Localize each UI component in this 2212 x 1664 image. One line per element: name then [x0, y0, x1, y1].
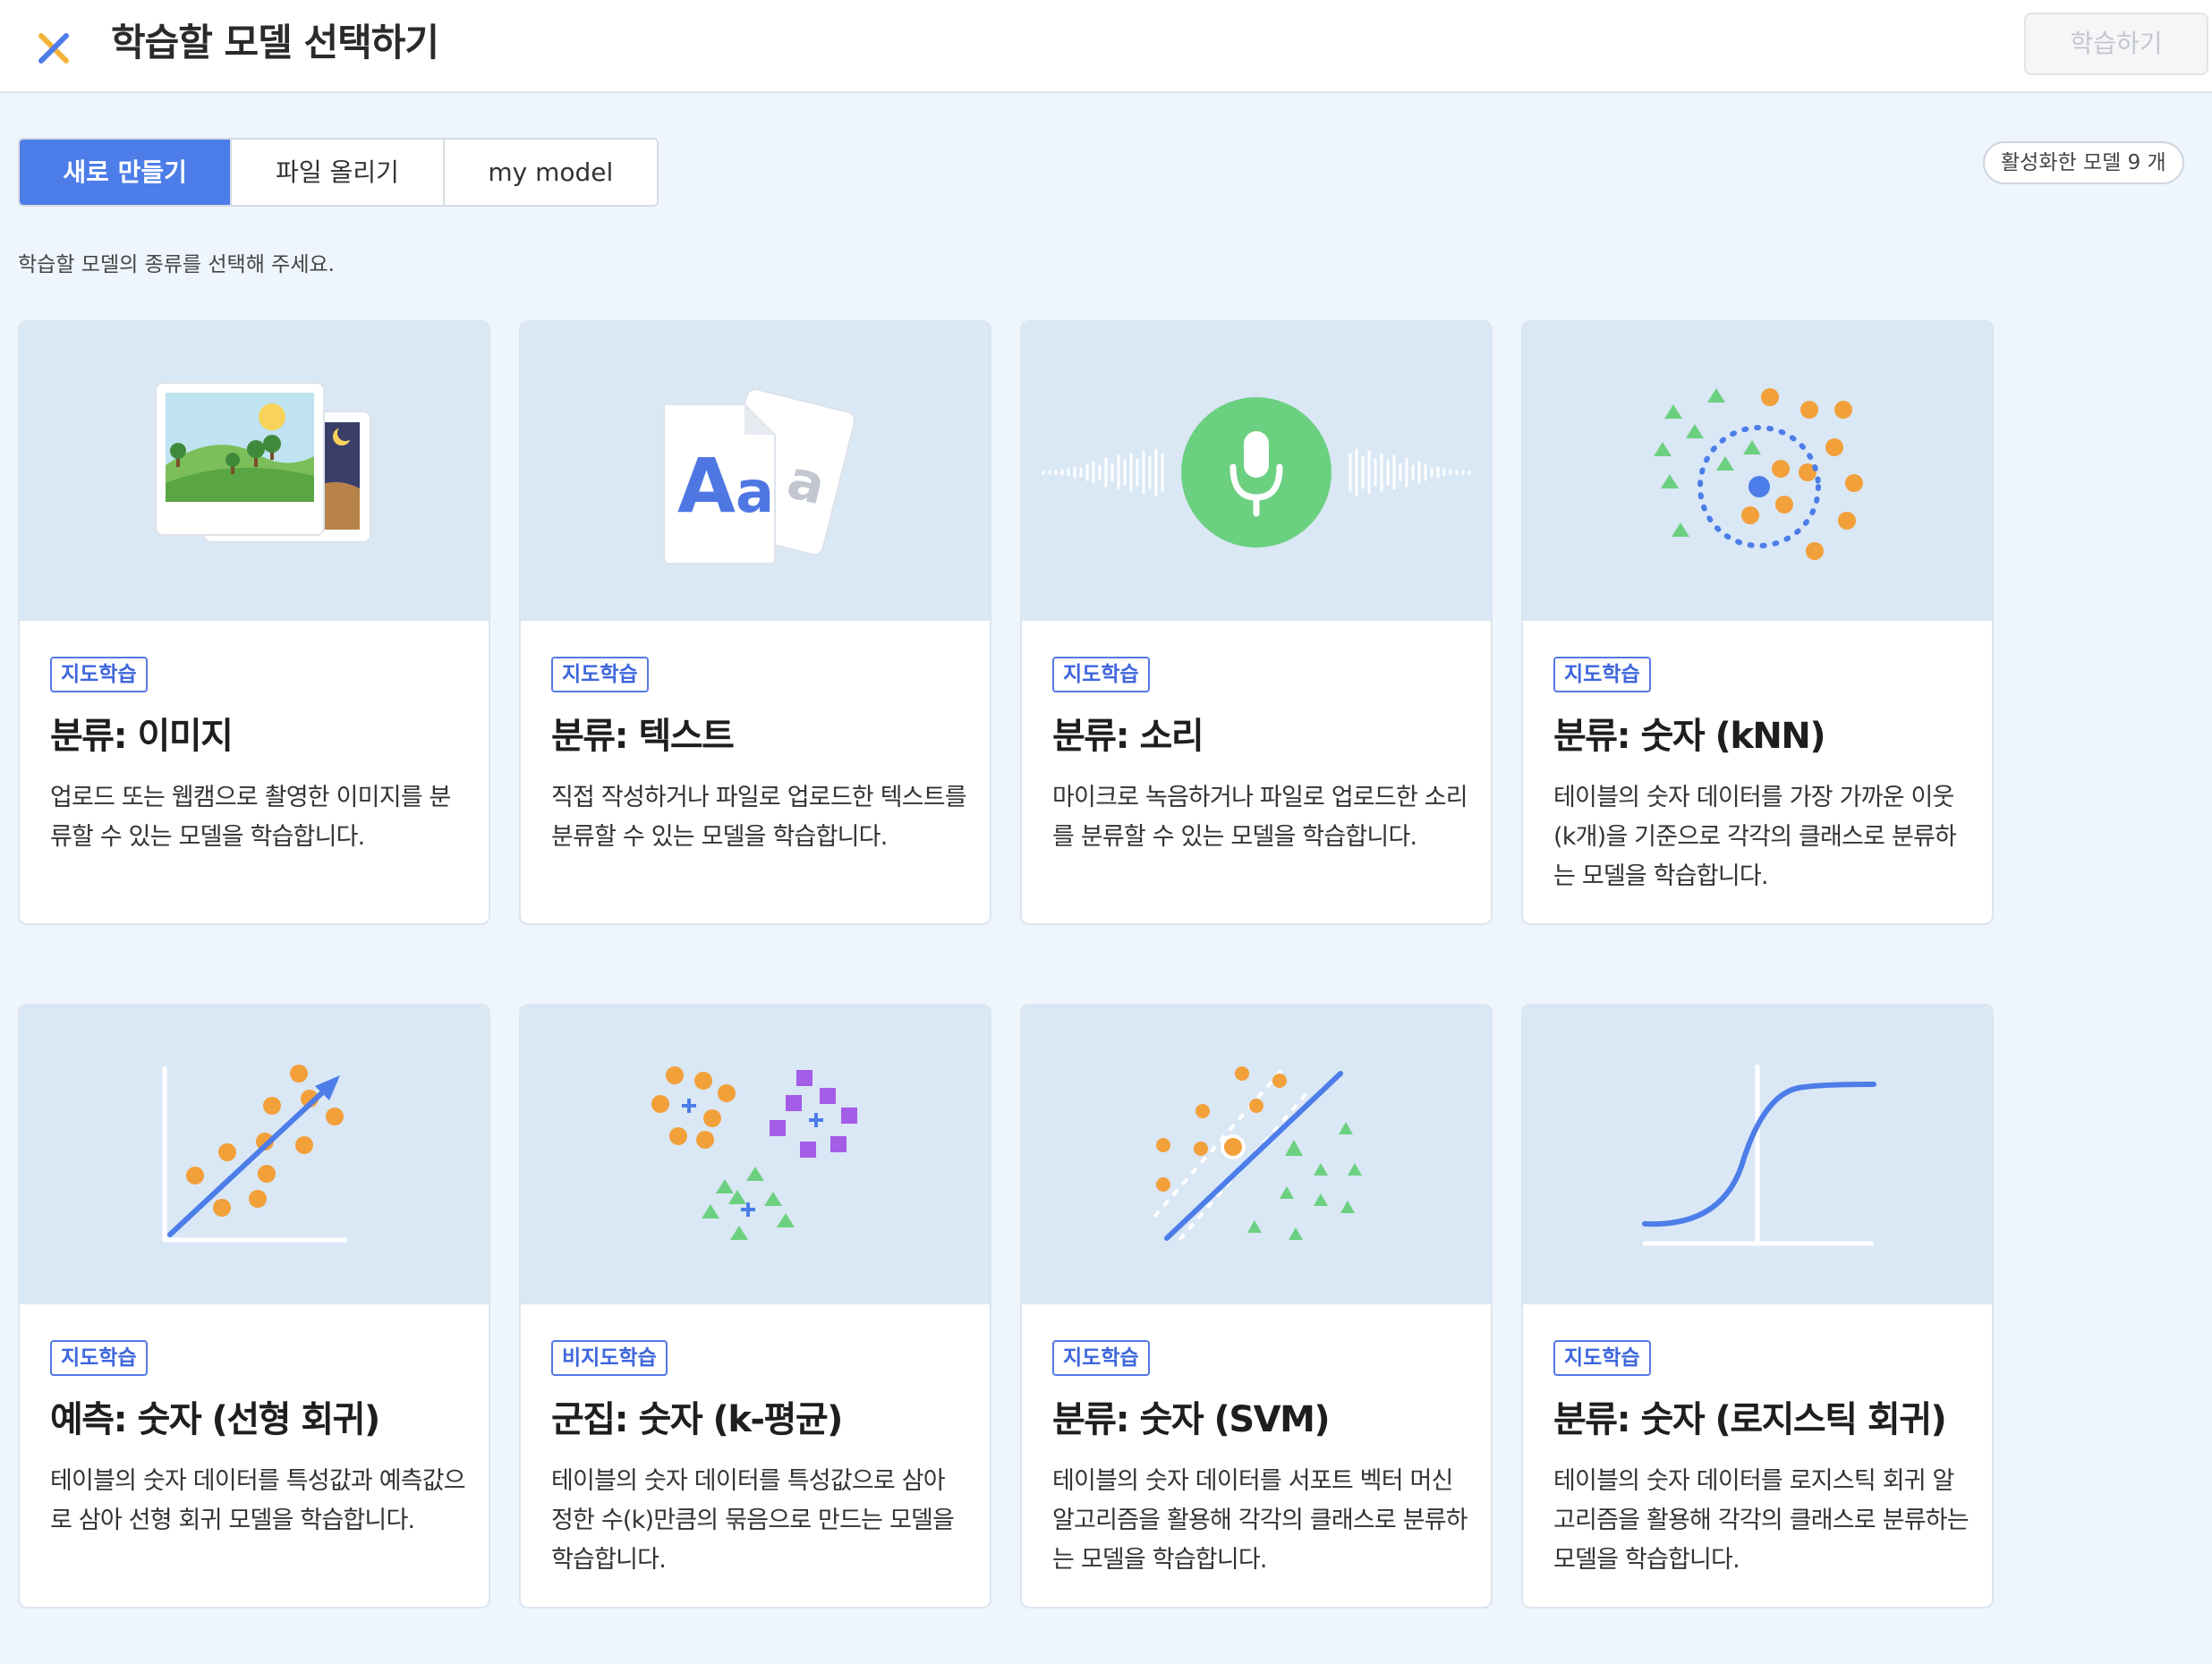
model-card-kmeans[interactable]: 비지도학습 군집: 숫자 (k-평균) 테이블의 숫자 데이터를 특성값으로 삼…	[519, 1004, 991, 1609]
tab-upload-file[interactable]: 파일 올리기	[232, 140, 445, 205]
card-description: 테이블의 숫자 데이터를 로지스틱 회귀 알고리즘을 활용해 각각의 클래스로 …	[1553, 1467, 1970, 1574]
model-card-logistic-regression[interactable]: 지도학습 분류: 숫자 (로지스틱 회귀) 테이블의 숫자 데이터를 로지스틱 …	[1521, 1004, 1994, 1609]
card-description: 테이블의 숫자 데이터를 특성값과 예측값으로 삼아 선형 회귀 모델을 학습합…	[50, 1467, 466, 1534]
instruction-text: 학습할 모델의 종류를 선택해 주세요.	[18, 253, 335, 276]
tab-my-model[interactable]: my model	[444, 140, 657, 205]
close-icon[interactable]	[32, 27, 75, 70]
text-classification-icon: a A a	[521, 322, 990, 621]
learning-type-badge: 지도학습	[1553, 1340, 1651, 1376]
train-button[interactable]: 학습하기	[2024, 13, 2208, 75]
learning-type-badge: 지도학습	[1052, 1340, 1150, 1376]
page-title: 학습할 모델 선택하기	[111, 21, 439, 64]
model-card-text-classification[interactable]: a A a 지도학습 분류: 텍스트 직접 작성하거나 파일로 업로드한 텍스트…	[519, 320, 991, 925]
svm-icon	[1022, 1006, 1491, 1304]
source-tabs: 새로 만들기 파일 올리기 my model	[18, 138, 659, 207]
active-models-badge: 활성화한 모델 9 개	[1983, 141, 2184, 184]
card-title: 분류: 숫자 (SVM)	[1052, 1399, 1331, 1440]
learning-type-badge: 지도학습	[1553, 657, 1651, 692]
kmeans-icon	[521, 1006, 990, 1304]
card-description: 테이블의 숫자 데이터를 특성값으로 삼아 정한 수(k)만큼의 묶음으로 만드…	[551, 1467, 955, 1574]
card-title: 분류: 텍스트	[551, 716, 735, 757]
model-card-image-classification[interactable]: 지도학습 분류: 이미지 업로드 또는 웹캠으로 촬영한 이미지를 분류할 수 …	[18, 320, 490, 925]
model-card-sound-classification[interactable]: 지도학습 분류: 소리 마이크로 녹음하거나 파일로 업로드한 소리를 분류할 …	[1020, 320, 1493, 925]
learning-type-badge: 지도학습	[50, 657, 148, 692]
app-header: 학습할 모델 선택하기 학습하기	[0, 0, 2212, 93]
card-description: 업로드 또는 웹캠으로 촬영한 이미지를 분류할 수 있는 모델을 학습합니다.	[50, 784, 451, 851]
learning-type-badge: 지도학습	[551, 657, 649, 692]
card-description: 직접 작성하거나 파일로 업로드한 텍스트를 분류할 수 있는 모델을 학습합니…	[551, 784, 967, 851]
logistic-regression-icon	[1523, 1006, 1992, 1304]
model-card-linear-regression[interactable]: 지도학습 예측: 숫자 (선형 회귀) 테이블의 숫자 데이터를 특성값과 예측…	[18, 1004, 490, 1609]
card-title: 분류: 숫자 (kNN)	[1553, 716, 1826, 757]
linear-regression-icon	[20, 1006, 489, 1304]
card-description: 테이블의 숫자 데이터를 가장 가까운 이웃(k개)을 기준으로 각각의 클래스…	[1553, 784, 1957, 890]
image-classification-icon	[20, 322, 489, 621]
card-title: 분류: 소리	[1052, 716, 1204, 757]
card-description: 테이블의 숫자 데이터를 서포트 벡터 머신 알고리즘을 활용해 각각의 클래스…	[1052, 1467, 1468, 1574]
card-title: 분류: 이미지	[50, 716, 234, 757]
card-description: 마이크로 녹음하거나 파일로 업로드한 소리를 분류할 수 있는 모델을 학습합…	[1052, 784, 1468, 851]
card-title: 분류: 숫자 (로지스틱 회귀)	[1553, 1399, 1947, 1440]
tab-new[interactable]: 새로 만들기	[20, 140, 233, 205]
model-card-knn[interactable]: 지도학습 분류: 숫자 (kNN) 테이블의 숫자 데이터를 가장 가까운 이웃…	[1521, 320, 1994, 925]
knn-icon	[1523, 322, 1992, 621]
card-title: 예측: 숫자 (선형 회귀)	[50, 1399, 380, 1440]
svg-text:a: a	[736, 460, 774, 526]
svg-text:A: A	[677, 442, 736, 530]
learning-type-badge: 지도학습	[50, 1340, 148, 1376]
microphone-icon	[1022, 322, 1491, 621]
card-title: 군집: 숫자 (k-평균)	[551, 1399, 843, 1440]
model-card-svm[interactable]: 지도학습 분류: 숫자 (SVM) 테이블의 숫자 데이터를 서포트 벡터 머신…	[1020, 1004, 1493, 1609]
learning-type-badge: 지도학습	[1052, 657, 1150, 692]
learning-type-badge: 비지도학습	[551, 1340, 668, 1376]
